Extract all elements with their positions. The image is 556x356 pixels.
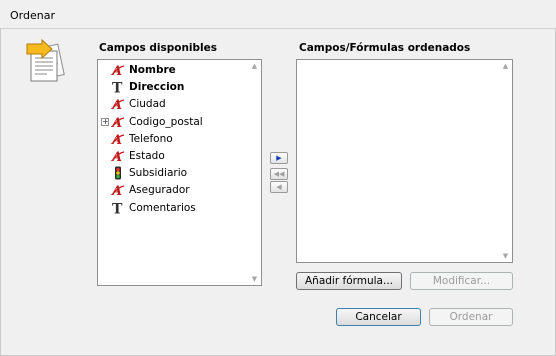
remove-all-fields-button[interactable]: ◀◀	[270, 168, 288, 180]
title-bar: Ordenar	[0, 0, 556, 29]
boolean-field-icon	[111, 166, 125, 180]
field-item-label: Direccion	[129, 81, 185, 94]
scroll-down-arrow-icon[interactable]: ▼	[248, 273, 261, 285]
svg-text:T: T	[112, 81, 123, 95]
field-item-label: Telefono	[129, 132, 173, 145]
field-item-telefono[interactable]: A Telefono	[98, 131, 248, 148]
svg-text:T: T	[112, 201, 123, 215]
modify-button[interactable]: Modificar...	[410, 272, 513, 290]
field-item-ciudad[interactable]: A Ciudad	[98, 96, 248, 113]
sort-button[interactable]: Ordenar	[429, 308, 513, 326]
sorted-fields-list[interactable]: ▲ ▼	[296, 59, 513, 263]
text-field-icon: A	[110, 149, 125, 165]
available-list-scrollbar[interactable]: ▲ ▼	[248, 60, 261, 285]
field-item-comentarios[interactable]: T Comentarios	[98, 200, 248, 217]
text-field-icon: A	[110, 183, 125, 199]
field-item-label: Ciudad	[129, 98, 166, 111]
available-fields-list[interactable]: A Nombre T Direccion A Ciudad + A Codigo_postal A…	[97, 59, 262, 286]
field-item-label: Codigo_postal	[129, 115, 203, 128]
field-item-direccion[interactable]: T Direccion	[98, 79, 248, 97]
add-field-button[interactable]: ▶	[270, 152, 288, 164]
text-field-icon: A	[110, 132, 125, 148]
field-item-codigo_postal[interactable]: + A Codigo_postal	[98, 114, 248, 131]
scroll-up-arrow-icon[interactable]: ▲	[248, 60, 261, 72]
text-field-icon: A	[110, 97, 125, 113]
field-item-label: Nombre	[129, 64, 176, 76]
scroll-down-arrow-icon[interactable]: ▼	[499, 250, 512, 262]
window-title: Ordenar	[10, 9, 55, 22]
field-item-label: Asegurador	[129, 184, 190, 197]
memo-field-icon: T	[111, 201, 125, 217]
available-fields-label: Campos disponibles	[99, 42, 218, 54]
field-item-label: Subsidiario	[129, 167, 188, 180]
remove-field-button[interactable]: ◀	[270, 181, 288, 193]
sort-documents-icon	[26, 38, 65, 82]
field-item-estado[interactable]: A Estado	[98, 148, 248, 165]
field-item-subsidiario[interactable]: Subsidiario	[98, 165, 248, 182]
text-field-icon: A	[110, 63, 125, 79]
scroll-up-arrow-icon[interactable]: ▲	[499, 60, 512, 72]
add-formula-button[interactable]: Añadir fórmula...	[296, 272, 402, 290]
sorted-list-scrollbar[interactable]: ▲ ▼	[499, 60, 512, 262]
memo-field-icon: T	[111, 80, 125, 97]
sorted-fields-label: Campos/Fórmulas ordenados	[299, 42, 471, 54]
expand-icon[interactable]: +	[101, 117, 109, 126]
field-item-label: Comentarios	[129, 201, 196, 214]
field-item-label: Estado	[129, 150, 165, 162]
cancel-button[interactable]: Cancelar	[336, 308, 421, 326]
text-field-icon: A	[110, 115, 125, 131]
field-item-nombre[interactable]: A Nombre	[98, 62, 248, 79]
field-item-asegurador[interactable]: A Asegurador	[98, 182, 248, 199]
